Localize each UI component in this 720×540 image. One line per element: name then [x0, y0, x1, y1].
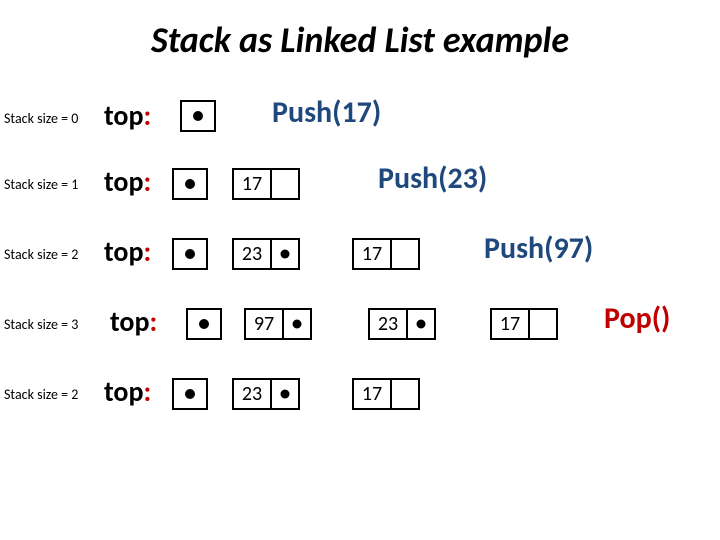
top-label: top:: [110, 304, 157, 339]
operation-label: Push(23): [378, 160, 487, 197]
node-value: 97: [246, 310, 284, 338]
list-node: 23: [368, 308, 436, 340]
node-value: 23: [234, 380, 272, 408]
diagram-canvas: Stack size = 0 top: Push(17) Stack size …: [0, 72, 720, 532]
list-node: 23: [232, 378, 300, 410]
list-node: 17: [352, 378, 420, 410]
node-value: 17: [234, 170, 272, 198]
top-label: top:: [104, 98, 151, 133]
node-next-null: [272, 170, 298, 198]
node-next-pointer: [284, 310, 310, 338]
node-next-pointer: [272, 240, 298, 268]
node-value: 17: [354, 240, 392, 268]
page-title: Stack as Linked List example: [0, 0, 720, 72]
list-node: 17: [232, 168, 300, 200]
node-next-pointer: [272, 380, 298, 408]
top-pointer-box: [172, 168, 208, 200]
operation-label: Push(97): [484, 230, 593, 267]
node-value: 23: [370, 310, 408, 338]
top-pointer-box: [180, 100, 216, 132]
node-value: 23: [234, 240, 272, 268]
node-value: 17: [354, 380, 392, 408]
list-node: 23: [232, 238, 300, 270]
operation-label: Pop(): [604, 300, 670, 337]
top-pointer-box: [186, 308, 222, 340]
stack-size-label: Stack size = 2: [4, 246, 78, 263]
stack-size-label: Stack size = 2: [4, 386, 78, 403]
top-label: top:: [104, 164, 151, 199]
top-label: top:: [104, 234, 151, 269]
top-pointer-box: [172, 238, 208, 270]
top-pointer-box: [172, 378, 208, 410]
node-next-null: [530, 310, 556, 338]
list-node: 17: [352, 238, 420, 270]
list-node: 97: [244, 308, 312, 340]
stack-size-label: Stack size = 0: [4, 110, 78, 127]
top-label: top:: [104, 374, 151, 409]
node-next-null: [392, 240, 418, 268]
operation-label: Push(17): [272, 94, 381, 131]
stack-size-label: Stack size = 3: [4, 316, 78, 333]
stack-size-label: Stack size = 1: [4, 176, 78, 193]
node-next-pointer: [408, 310, 434, 338]
list-node: 17: [490, 308, 558, 340]
node-next-null: [392, 380, 418, 408]
node-value: 17: [492, 310, 530, 338]
